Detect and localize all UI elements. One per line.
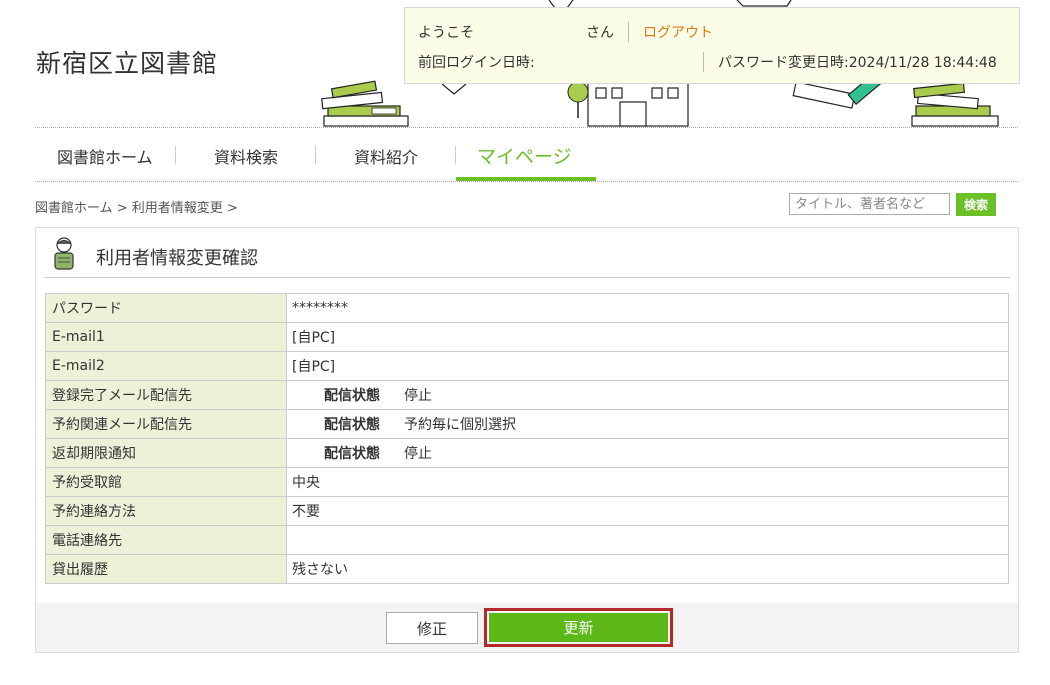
confirmation-panel: 利用者情報変更確認 パスワード ******** E-mail1 [自PC] E… [35, 227, 1019, 653]
row-label: 予約関連メール配信先 [45, 409, 287, 439]
table-row: 返却期限通知 配信状態 停止 [45, 438, 1009, 468]
table-row: 貸出履歴 残さない [45, 554, 1009, 584]
table-row: 登録完了メール配信先 配信状態 停止 [45, 380, 1009, 410]
row-value: [自PC] [286, 322, 1009, 352]
breadcrumb: 図書館ホーム > 利用者情報変更 > [35, 197, 238, 216]
delivery-status-value: 予約毎に個別選択 [404, 417, 516, 433]
table-row: 予約関連メール配信先 配信状態 予約毎に個別選択 [45, 409, 1009, 439]
divider [703, 52, 704, 72]
table-row: パスワード ******** [45, 293, 1009, 323]
user-icon [54, 237, 74, 270]
books-stack-illustration-right-2 [911, 82, 999, 127]
table-row: E-mail2 [自PC] [45, 351, 1009, 381]
table-row: 予約受取館 中央 [45, 467, 1009, 497]
row-label: パスワード [45, 293, 287, 323]
delivery-status-value: 停止 [404, 446, 432, 462]
breadcrumb-separator: > [222, 201, 238, 216]
nav-divider [455, 146, 456, 164]
logout-link[interactable]: ログアウト [643, 22, 713, 42]
delivery-status-label: 配信状態 [324, 417, 380, 433]
breadcrumb-current: 利用者情報変更 [131, 201, 223, 216]
row-value [286, 525, 1009, 555]
site-title[interactable]: 新宿区立図書館 [36, 44, 218, 80]
row-value: [自PC] [286, 351, 1009, 381]
header-divider [35, 127, 1018, 128]
delivery-status-label: 配信状態 [324, 388, 380, 404]
main-nav: 図書館ホーム 資料検索 資料紹介 マイページ [35, 134, 1018, 181]
search-button[interactable]: 検索 [956, 193, 996, 216]
update-button-highlight: 更新 [484, 608, 673, 647]
honorific-text: さん [586, 25, 614, 41]
delivery-status-value: 停止 [404, 388, 432, 404]
table-row: E-mail1 [自PC] [45, 322, 1009, 352]
divider [628, 22, 629, 42]
books-illustration-right-1 [792, 80, 887, 109]
breadcrumb-separator: > [112, 201, 132, 216]
row-value: ******** [286, 293, 1009, 323]
row-label: 電話連絡先 [45, 525, 287, 555]
row-value: 配信状態 停止 [286, 380, 1009, 410]
welcome-text: ようこそ [418, 25, 474, 41]
nav-item-library-home[interactable]: 図書館ホーム [57, 134, 153, 181]
row-label: 予約連絡方法 [45, 496, 287, 526]
row-value: 残さない [286, 554, 1009, 584]
nav-item-materials[interactable]: 資料紹介 [354, 134, 418, 181]
row-label: 登録完了メール配信先 [45, 380, 287, 410]
user-info-box: ようこそ さん ログアウト 前回ログイン日時: パスワード変更日時:2024/1… [404, 7, 1020, 84]
row-value: 配信状態 停止 [286, 438, 1009, 468]
password-change-datetime: パスワード変更日時:2024/11/28 18:44:48 [718, 55, 997, 71]
open-book-illustration [441, 83, 467, 95]
update-button[interactable]: 更新 [489, 613, 668, 642]
row-label: E-mail2 [45, 351, 287, 381]
row-value: 中央 [286, 467, 1009, 497]
breadcrumb-home-link[interactable]: 図書館ホーム [35, 201, 113, 216]
row-label: 貸出履歴 [45, 554, 287, 584]
row-value: 配信状態 予約毎に個別選択 [286, 409, 1009, 439]
row-label: 返却期限通知 [45, 438, 287, 468]
nav-divider [315, 146, 316, 164]
delivery-status-label: 配信状態 [324, 446, 380, 462]
nav-divider [175, 146, 176, 164]
nav-item-mypage[interactable]: マイページ [477, 134, 572, 181]
table-row: 電話連絡先 [45, 525, 1009, 555]
table-row: 予約連絡方法 不要 [45, 496, 1009, 526]
row-label: 予約受取館 [45, 467, 287, 497]
last-login-label: 前回ログイン日時: [418, 55, 535, 71]
search-input[interactable] [789, 193, 950, 215]
edit-button[interactable]: 修正 [386, 612, 478, 644]
nav-divider-line [35, 181, 1018, 182]
books-stack-illustration-left [321, 80, 409, 127]
panel-footer: 修正 更新 [36, 603, 1018, 652]
row-value: 不要 [286, 496, 1009, 526]
page-title: 利用者情報変更確認 [96, 248, 258, 269]
row-label: E-mail1 [45, 322, 287, 352]
panel-header: 利用者情報変更確認 [44, 236, 1010, 278]
user-info-table: パスワード ******** E-mail1 [自PC] E-mail2 [自P… [45, 293, 1009, 584]
nav-item-catalog-search[interactable]: 資料検索 [214, 134, 278, 181]
